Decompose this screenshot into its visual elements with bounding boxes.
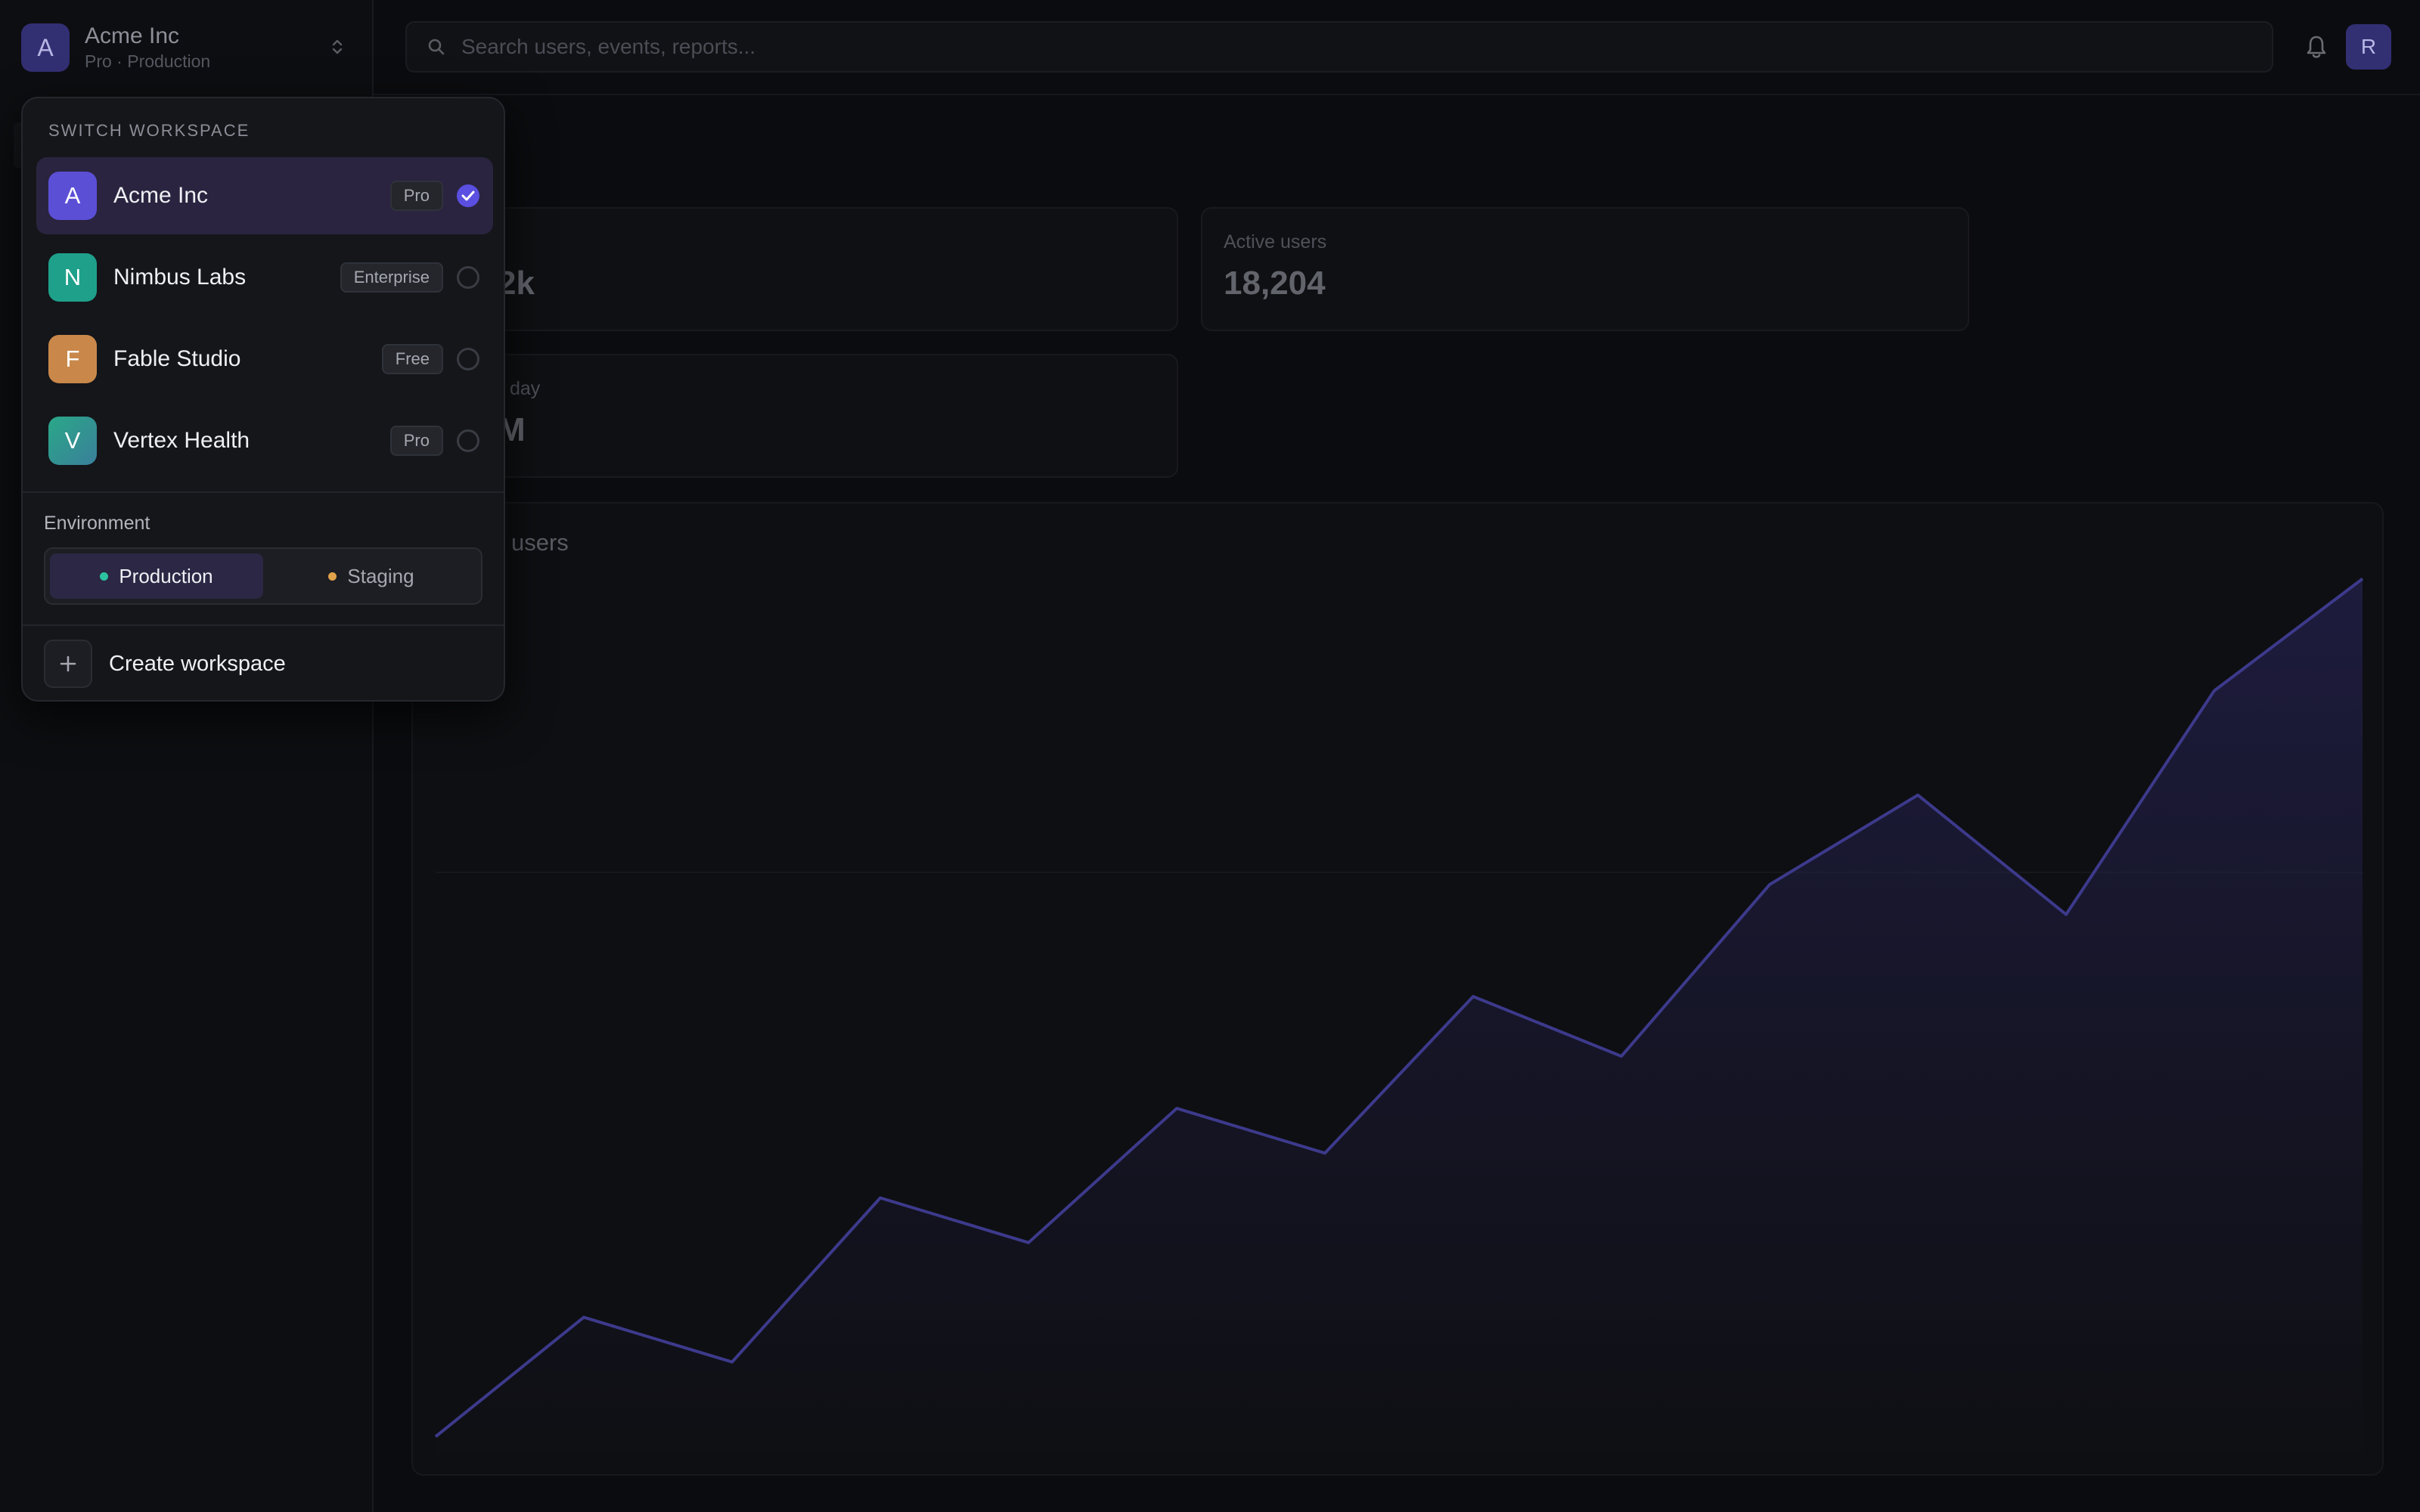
divider [23, 491, 504, 493]
status-dot [328, 572, 337, 581]
stat-card-1: 2k [411, 207, 1178, 331]
users-chart [434, 578, 2364, 1452]
check-icon [457, 184, 479, 207]
environment-label: Environment [44, 513, 150, 534]
workspace-item-avatar: F [48, 335, 97, 383]
chevron-up-down-icon [332, 39, 343, 54]
search-bar[interactable] [405, 21, 2273, 73]
env-option-production[interactable]: Production [50, 553, 263, 599]
search-icon [428, 39, 445, 55]
stat-label: Active users [1224, 231, 1327, 253]
env-option-label: Production [119, 564, 213, 587]
workspace-item-fable[interactable]: F Fable Studio Free [36, 321, 493, 398]
stat-label: day [510, 378, 541, 399]
plus-icon [44, 640, 92, 688]
status-dot [100, 572, 109, 581]
stat-card-active-users: Active users 18,204 [1201, 207, 1969, 331]
radio-icon [457, 266, 479, 289]
workspace-trigger-text: Acme Inc Pro · Production [85, 23, 210, 73]
stat-value: 18,204 [1224, 265, 1326, 302]
workspace-switcher-dropdown: SWITCH WORKSPACE A Acme Inc Pro N Nimbus… [21, 97, 505, 702]
plan-badge: Enterprise [340, 262, 443, 293]
workspace-item-name: Vertex Health [113, 428, 250, 453]
workspace-avatar: A [21, 23, 70, 72]
env-option-staging[interactable]: Staging [265, 553, 478, 599]
workspace-item-nimbus[interactable]: N Nimbus Labs Enterprise [36, 239, 493, 316]
radio-icon [457, 429, 479, 452]
workspace-item-name: Nimbus Labs [113, 265, 247, 290]
workspace-item-avatar: V [48, 417, 97, 465]
chart-card: users [411, 502, 2384, 1476]
workspace-item-acme[interactable]: A Acme Inc Pro [36, 157, 493, 234]
create-workspace-label: Create workspace [109, 651, 286, 676]
plan-badge: Pro [389, 181, 443, 211]
bell-icon[interactable] [2304, 33, 2329, 60]
workspace-item-vertex[interactable]: V Vertex Health Pro [36, 402, 493, 479]
search-input[interactable] [461, 35, 2201, 59]
workspace-subtitle: Pro · Production [85, 51, 211, 71]
workspace-item-avatar: A [48, 172, 97, 220]
create-workspace-button[interactable]: Create workspace [44, 640, 482, 688]
workspace-name: Acme Inc [85, 23, 180, 48]
workspace-item-name: Fable Studio [113, 346, 241, 371]
radio-icon [457, 348, 479, 370]
switcher-heading: SWITCH WORKSPACE [48, 121, 250, 140]
plan-badge: Free [381, 344, 443, 374]
chart-area-fill [436, 578, 2363, 1452]
plan-badge: Pro [389, 426, 443, 456]
workspace-item-name: Acme Inc [113, 183, 209, 208]
user-avatar[interactable]: R [2346, 24, 2391, 70]
workspace-item-avatar: N [48, 253, 97, 302]
divider [23, 624, 504, 626]
workspace-switcher-trigger[interactable]: A Acme Inc Pro · Production [21, 23, 354, 73]
environment-toggle: Production Staging [44, 547, 482, 605]
stat-card-3: day M [411, 354, 1178, 478]
env-option-label: Staging [347, 564, 414, 587]
top-bar: R [374, 0, 2420, 95]
